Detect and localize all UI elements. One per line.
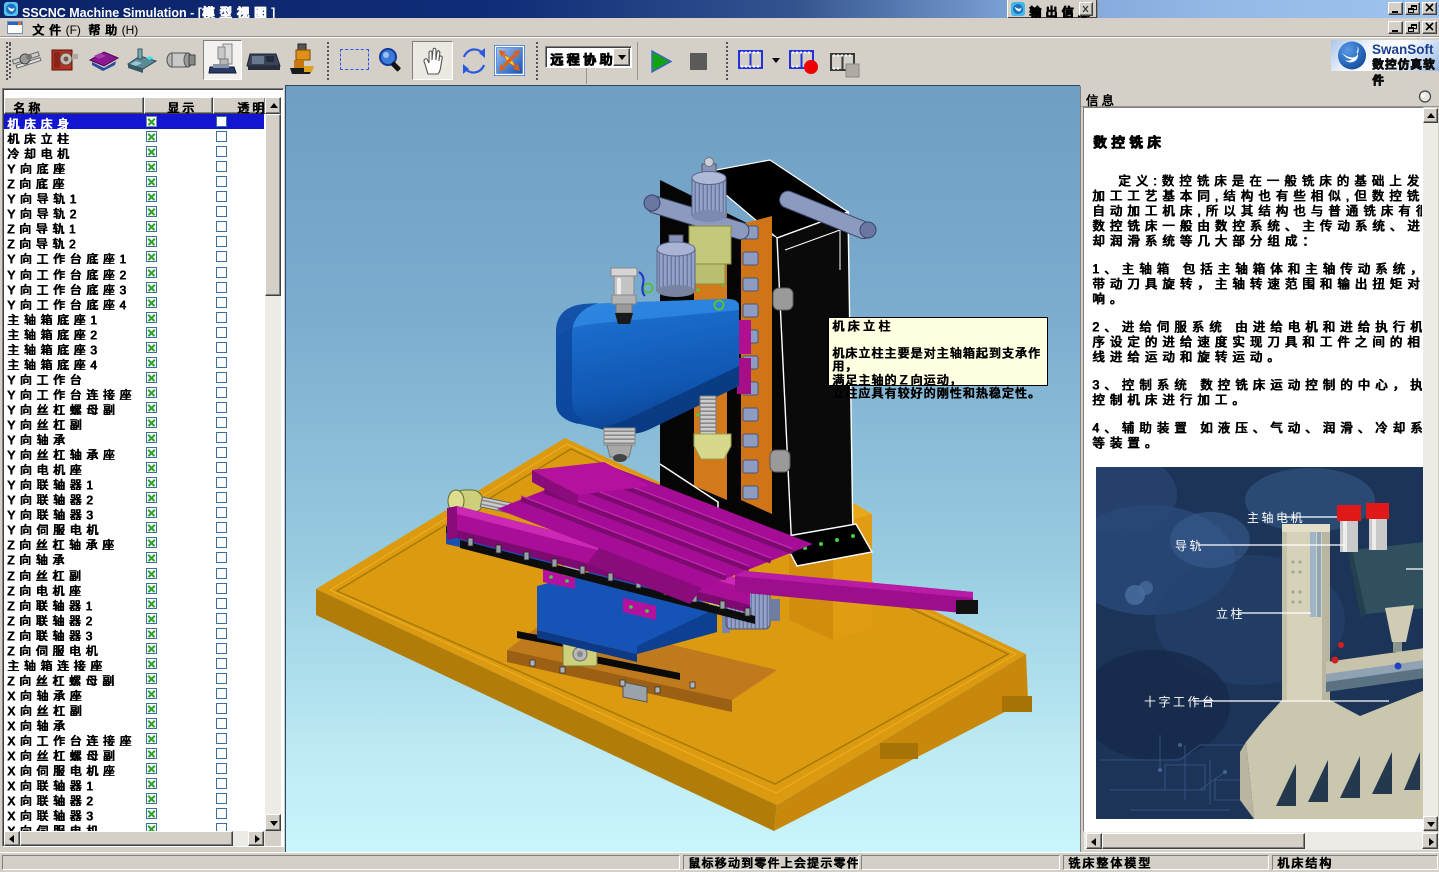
svg-text:十字工作台: 十字工作台	[1144, 694, 1217, 709]
svg-text:立柱: 立柱	[1216, 606, 1245, 621]
svg-text:主轴电机: 主轴电机	[1247, 510, 1305, 525]
svg-text:导轨: 导轨	[1175, 539, 1204, 553]
